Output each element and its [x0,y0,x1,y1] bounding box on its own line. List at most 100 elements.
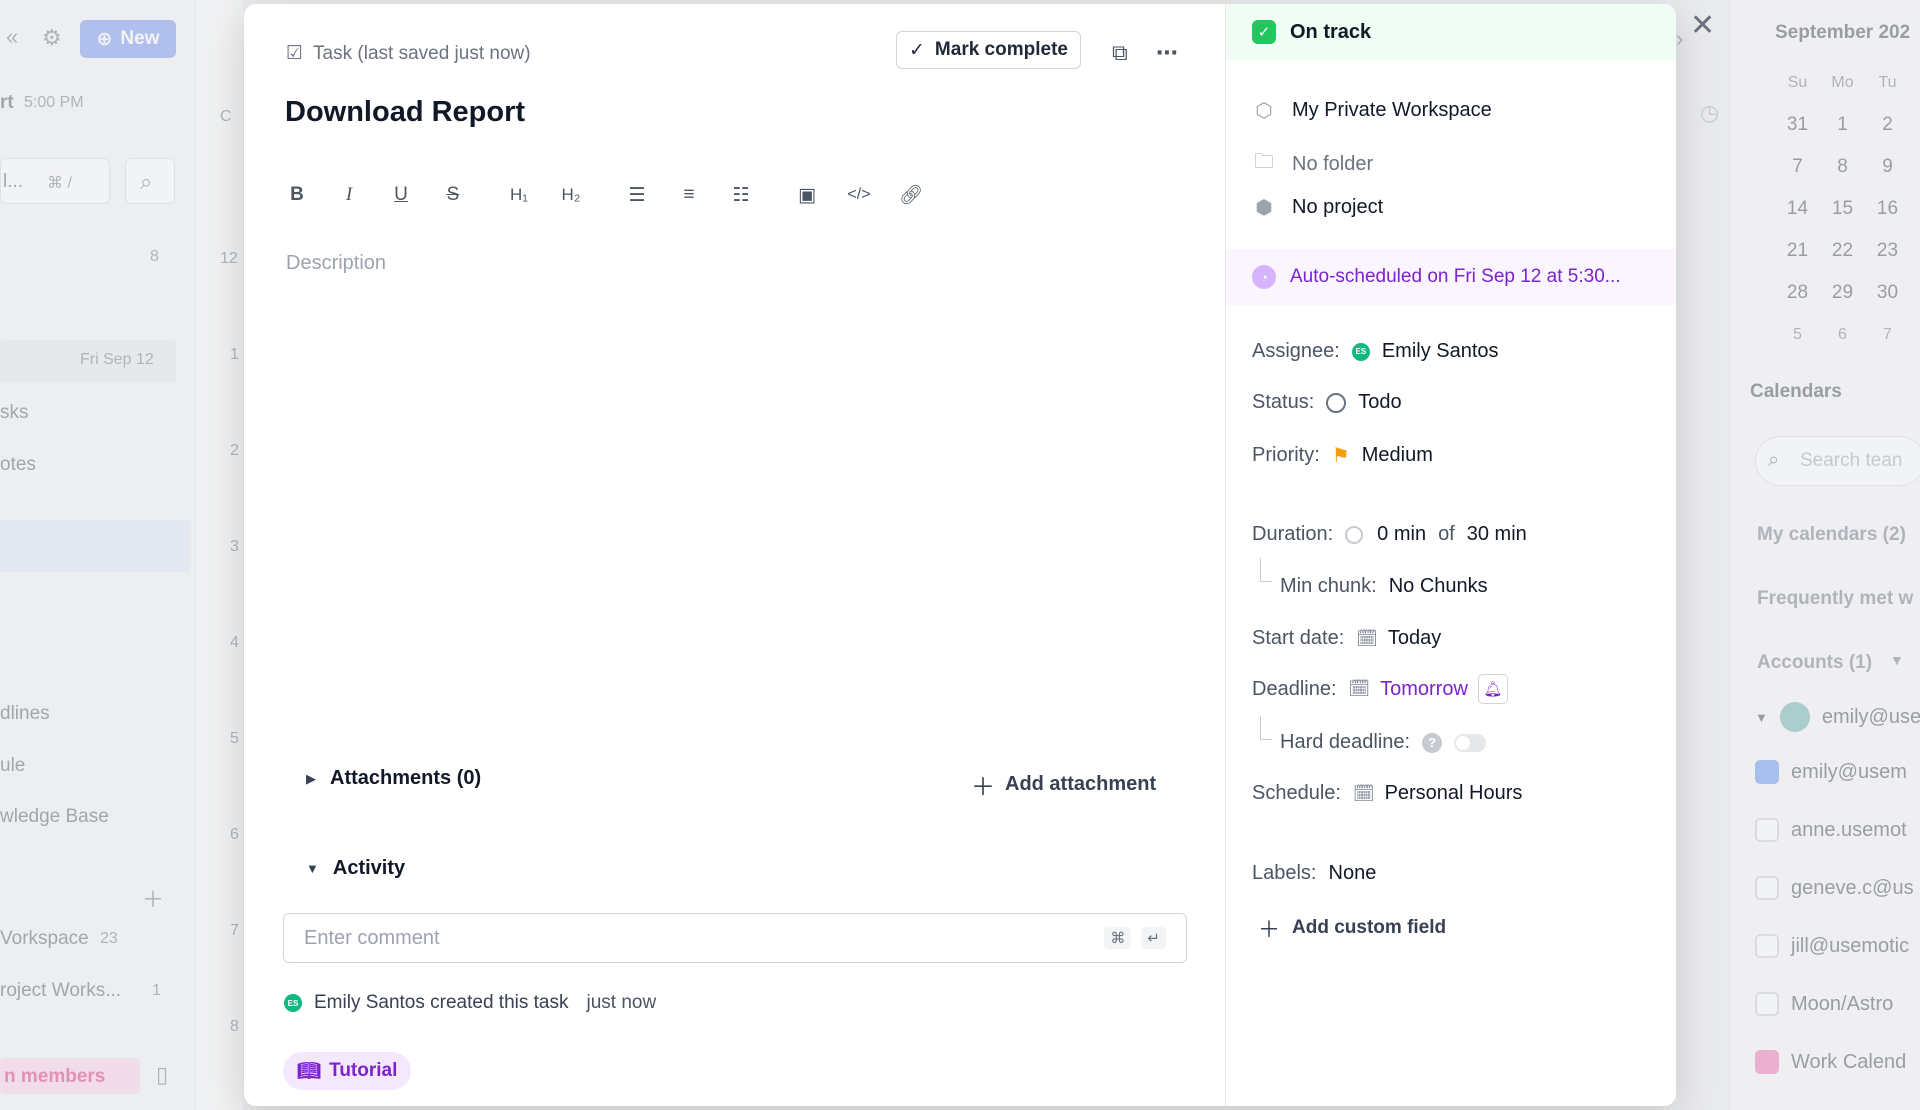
numbered-list-icon[interactable]: ≡ [676,182,702,208]
workspace-selector[interactable]: ⬡ My Private Workspace [1252,98,1491,123]
calendar-search-input[interactable]: ⌕ Search tean [1755,436,1920,486]
calendar-item[interactable]: geneve.c@us [1755,876,1914,900]
sidebar-search[interactable]: l... ⌘ / [0,158,110,204]
comment-input[interactable]: Enter comment ⌘ ↵ [283,913,1187,963]
duplicate-icon[interactable]: ⧉ [1112,40,1128,66]
sidebar-item-workspace[interactable]: Vorkspace [0,928,89,950]
day-cell[interactable]: 14 [1775,198,1820,220]
image-icon[interactable]: ▣ [794,182,820,208]
hour-label: 3 [230,538,239,555]
chevron-right-icon[interactable]: › [1676,26,1683,52]
link-icon[interactable]: 🔗︎ [898,182,924,208]
sidebar-item-schedule[interactable]: ule [0,755,25,777]
sidebar-item-deadlines[interactable]: dlines [0,703,50,725]
day-cell[interactable]: 23 [1865,240,1910,262]
heading-2-icon[interactable]: H₂ [558,182,584,208]
checklist-icon[interactable]: ☷ [728,182,754,208]
day-cell[interactable]: 9 [1865,156,1910,178]
assignee-field[interactable]: Assignee: ES Emily Santos [1252,340,1499,363]
calendar-item[interactable]: emily@usem [1755,760,1907,784]
heading-1-icon[interactable]: H₁ [506,182,532,208]
caret-down-icon[interactable]: ▼ [1890,652,1904,668]
close-icon[interactable]: ✕ [1690,8,1715,43]
more-options-icon[interactable]: ⋯ [1156,40,1179,66]
plus-icon[interactable]: ＋ [142,882,164,914]
day-cell[interactable]: 29 [1820,282,1865,304]
search-icon: ⌕ [140,169,153,194]
day-cell[interactable]: 6 [1820,326,1865,344]
project-selector[interactable]: ⬢ No project [1252,195,1383,220]
day-cell[interactable]: 1 [1820,114,1865,136]
calendar-icon: 🗓︎ [1356,628,1378,648]
accounts-header[interactable]: Accounts (1) [1757,652,1872,674]
activity-toggle[interactable]: ▼ Activity [306,857,405,880]
bold-icon[interactable]: B [284,182,310,208]
priority-field[interactable]: Priority: ⚑ Medium [1252,443,1433,468]
day-cell[interactable]: 31 [1775,114,1820,136]
min-chunk-field[interactable]: Min chunk: No Chunks [1252,575,1488,598]
task-title[interactable]: Download Report [285,96,525,129]
checkbox[interactable] [1755,818,1779,842]
calendar-item[interactable]: anne.usemot [1755,818,1907,842]
book-icon: 📖︎ [297,1061,322,1082]
bell-icon[interactable]: 🔔︎ [1477,674,1508,704]
hard-deadline-toggle[interactable] [1454,733,1487,752]
frequently-met-header[interactable]: Frequently met w [1757,588,1913,610]
calendar-item[interactable]: Work Calend [1755,1050,1906,1074]
italic-icon[interactable]: I [336,182,362,208]
collapse-icon[interactable]: « [6,24,18,50]
day-cell[interactable]: 28 [1775,282,1820,304]
day-cell[interactable]: 7 [1865,326,1910,344]
duration-field[interactable]: Duration: 0 min of 30 min [1252,523,1527,546]
sidebar-active-item[interactable] [0,520,190,572]
day-cell[interactable]: 5 [1775,326,1820,344]
calendar-item[interactable]: jill@usemotic [1755,934,1909,958]
description-input[interactable]: Description [286,252,386,275]
sidebar-item-project[interactable]: roject Works... [0,980,121,1002]
add-attachment-button[interactable]: ＋ Add attachment [971,767,1156,802]
strikethrough-icon[interactable]: S [440,182,466,208]
schedule-field[interactable]: Schedule: 🗓︎ Personal Hours [1252,782,1522,805]
day-cell[interactable]: 21 [1775,240,1820,262]
new-button[interactable]: ⊕ New [80,20,176,58]
day-cell[interactable]: 16 [1865,198,1910,220]
code-icon[interactable]: </> [846,182,872,208]
day-cell[interactable]: 15 [1820,198,1865,220]
add-custom-field-button[interactable]: ＋ Add custom field [1258,912,1446,944]
deadline-field[interactable]: Deadline: 🗓︎ Tomorrow 🔔︎ [1252,674,1508,704]
mark-complete-button[interactable]: ✓ Mark complete [896,31,1081,69]
labels-field[interactable]: Labels: None [1252,862,1376,885]
account-row[interactable]: ▼ emily@use [1755,702,1920,732]
book-icon[interactable]: ▯ [156,1062,168,1088]
auto-scheduled-banner[interactable]: ◔ Auto-scheduled on Fri Sep 12 at 5:30..… [1226,249,1676,305]
checkbox[interactable] [1755,1050,1779,1074]
calendar-item[interactable]: Moon/Astro [1755,992,1893,1016]
start-date-field[interactable]: Start date: 🗓︎ Today [1252,627,1441,650]
day-cell[interactable]: 7 [1775,156,1820,178]
day-cell[interactable]: 30 [1865,282,1910,304]
sidebar-item-tasks[interactable]: sks [0,402,29,424]
underline-icon[interactable]: U [388,182,414,208]
help-icon[interactable]: ? [1422,732,1443,753]
checkbox[interactable] [1755,876,1779,900]
sidebar-item-notes[interactable]: otes [0,454,36,476]
checkbox[interactable] [1755,934,1779,958]
checkbox[interactable] [1755,992,1779,1016]
my-calendars-header[interactable]: My calendars (2) [1757,524,1906,546]
day-cell[interactable]: 22 [1820,240,1865,262]
sidebar-item-knowledge-base[interactable]: wledge Base [0,806,109,828]
week-row: 21 22 23 [1775,230,1920,272]
gear-icon[interactable]: ⚙ [42,25,62,51]
members-button[interactable]: n members [0,1058,140,1094]
bullet-list-icon[interactable]: ☰ [624,182,650,208]
search-button[interactable]: ⌕ [125,158,175,204]
date-row[interactable]: Fri Sep 12 [0,340,176,382]
tutorial-button[interactable]: 📖︎ Tutorial [283,1052,412,1090]
status-field[interactable]: Status: Todo [1252,391,1402,414]
attachments-toggle[interactable]: ▶ Attachments (0) [306,767,481,790]
folder-selector[interactable]: 🗀 No folder [1252,147,1373,181]
hour-label: 1 [230,346,239,363]
day-cell[interactable]: 2 [1865,114,1910,136]
day-cell[interactable]: 8 [1820,156,1865,178]
checkbox[interactable] [1755,760,1779,784]
